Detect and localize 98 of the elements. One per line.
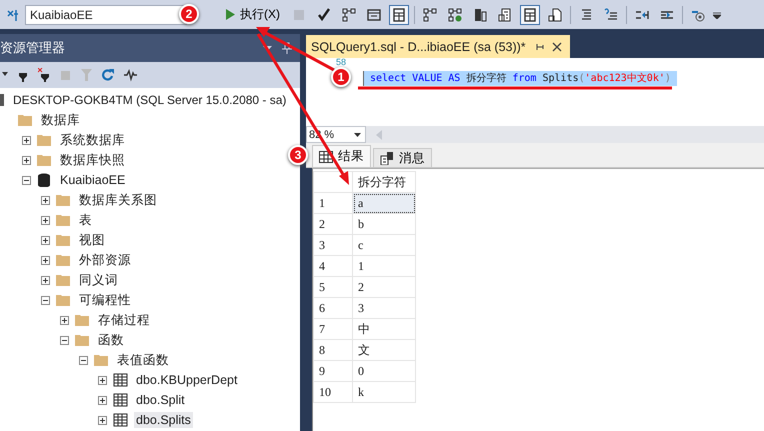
folder-icon: [56, 213, 71, 227]
folder-icon: [75, 313, 90, 327]
tree-item[interactable]: 可编程性: [77, 290, 133, 310]
tree-item[interactable]: 存储过程: [96, 310, 152, 330]
folder-icon: [37, 133, 52, 147]
tree-item[interactable]: 外部资源: [77, 250, 133, 270]
table-cell[interactable]: k: [352, 382, 416, 402]
table-cell[interactable]: 0: [352, 360, 416, 382]
tab-title: SQLQuery1.sql - D...ibiaoEE (sa (53))*: [311, 40, 526, 54]
database-dropdown[interactable]: KuaibiaoEE: [25, 4, 187, 24]
folder-icon: [18, 113, 33, 127]
expand-toggle-icon[interactable]: [41, 276, 50, 284]
folder-icon: [56, 253, 71, 267]
expand-toggle-icon[interactable]: [22, 136, 31, 144]
tree-item[interactable]: 数据库快照: [58, 150, 127, 170]
tree-item[interactable]: 同义词: [77, 270, 120, 290]
execute-button[interactable]: 执行(X): [222, 4, 284, 25]
grid-icon: [319, 150, 333, 162]
table-cell[interactable]: 2: [352, 276, 416, 298]
pulse-icon[interactable]: [124, 68, 137, 82]
row-number: 10: [314, 382, 352, 402]
expand-toggle-icon[interactable]: [41, 196, 50, 204]
row-number: 9: [314, 360, 352, 382]
tree-item[interactable]: 数据库: [39, 110, 82, 130]
expand-toggle-icon[interactable]: [98, 376, 107, 384]
results-tab[interactable]: 结果: [312, 145, 371, 167]
lines-icon[interactable]: [579, 8, 593, 22]
folder-icon: [94, 353, 109, 367]
table-function-icon: [113, 373, 128, 387]
tree-item[interactable]: dbo.Split: [134, 392, 187, 408]
tree-item[interactable]: 系统数据库: [58, 130, 127, 150]
table-cell[interactable]: 1: [352, 256, 416, 276]
row-number: 4: [314, 256, 352, 276]
folder-icon: [56, 293, 71, 307]
diagram-check-icon[interactable]: [448, 8, 462, 22]
folder-icon: [56, 233, 71, 247]
tree-item[interactable]: 数据库关系图: [77, 190, 159, 210]
collapse-toggle-icon[interactable]: [79, 356, 88, 364]
folder-icon: [56, 193, 71, 207]
play-icon: [226, 9, 235, 20]
table-cell[interactable]: 中: [352, 318, 416, 340]
grid-toggle[interactable]: [389, 4, 409, 24]
tree-item[interactable]: dbo.Splits: [134, 412, 193, 428]
expand-toggle-icon[interactable]: [60, 316, 69, 324]
collapse-toggle-icon[interactable]: [60, 336, 69, 344]
diagram-icon[interactable]: [342, 8, 356, 22]
folder-icon: [56, 273, 71, 287]
connect-icon[interactable]: [6, 8, 20, 22]
query-code: select VALUE AS 拆分字符 from Splits('abc123中文0k'): [363, 71, 677, 86]
tree-item[interactable]: dbo.KBUpperDept: [134, 372, 240, 388]
table-cell[interactable]: 文: [352, 340, 416, 360]
expand-toggle-icon[interactable]: [41, 236, 50, 244]
tree-item[interactable]: 表值函数: [115, 350, 171, 370]
check-icon[interactable]: [317, 8, 331, 22]
grid-icon: [392, 8, 406, 22]
table-cell[interactable]: b: [352, 214, 416, 234]
grid-icon: [523, 8, 537, 22]
expand-toggle-icon[interactable]: [98, 396, 107, 404]
grid-toggle[interactable]: [520, 4, 540, 24]
row-number: 8: [314, 340, 352, 360]
folder-icon: [75, 333, 90, 347]
expand-toggle-icon[interactable]: [98, 416, 107, 424]
tree-item[interactable]: 函数: [96, 330, 126, 350]
table-cell[interactable]: 3: [352, 298, 416, 318]
row-number: 5: [314, 276, 352, 298]
messages-icon: [380, 152, 394, 164]
line-number: 58: [336, 57, 347, 67]
row-number: 6: [314, 298, 352, 318]
question-lines-icon[interactable]: [604, 8, 618, 22]
expand-toggle-icon[interactable]: [41, 216, 50, 224]
expand-toggle-icon[interactable]: [41, 256, 50, 264]
folder-icon: [37, 153, 52, 167]
overflow-caret-icon[interactable]: [713, 10, 721, 18]
row-number: 7: [314, 318, 352, 340]
database-icon: [37, 173, 52, 187]
row-number: 2: [314, 214, 352, 234]
window-icon: [367, 8, 381, 22]
results-tab[interactable]: 消息: [373, 148, 432, 167]
table-cell[interactable]: c: [352, 234, 416, 256]
panel-title: 资源管理器: [0, 39, 65, 57]
tree-item[interactable]: KuaibiaoEE: [58, 172, 128, 188]
caret-icon: [354, 132, 361, 136]
file-icon: [548, 8, 562, 22]
document-icon: [498, 8, 512, 22]
collapse-toggle-icon[interactable]: [41, 296, 50, 304]
diagram-icon[interactable]: [423, 8, 437, 22]
tree-item[interactable]: DESKTOP-GOKB4TM (SQL Server 15.0.2080 - sa): [11, 92, 288, 108]
row-number: 3: [314, 234, 352, 256]
document-tab[interactable]: SQLQuery1.sql - D...ibiaoEE (sa (53))*: [306, 35, 570, 58]
table-function-icon: [113, 413, 128, 427]
refresh-icon[interactable]: [102, 68, 114, 82]
expand-toggle-icon[interactable]: [22, 156, 31, 164]
table-function-icon: [113, 393, 128, 407]
tree-item[interactable]: 视图: [77, 230, 107, 250]
close-icon[interactable]: [552, 42, 562, 52]
collapse-toggle-icon[interactable]: [22, 176, 31, 184]
tree-item[interactable]: 表: [77, 210, 94, 230]
table-cell[interactable]: a: [352, 192, 416, 214]
